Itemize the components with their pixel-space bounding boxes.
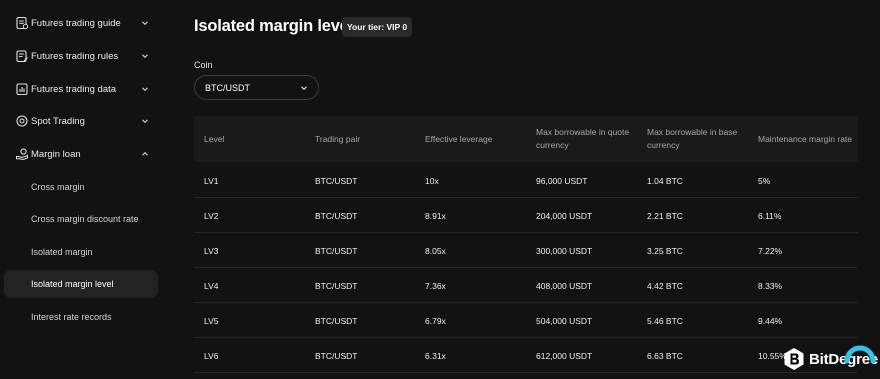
cell-max-borrowable-base: 6.63 BTC	[647, 350, 683, 361]
document-icon	[16, 16, 29, 30]
cell-trading-pair: BTC/USDT	[315, 175, 358, 186]
sidebar-item-spot-trading[interactable]: Spot Trading	[4, 108, 158, 134]
sidebar-subitem-interest-rate-records[interactable]: Interest rate records	[4, 303, 158, 331]
sidebar-item-label: Margin loan	[31, 148, 81, 160]
bitdegree-logo-icon	[784, 348, 804, 370]
table-row: LV6 BTC/USDT 6.31x 612,000 USDT 6.63 BTC…	[194, 338, 858, 373]
cell-max-borrowable-quote: 408,000 USDT	[536, 280, 593, 291]
margin-level-table: Level Trading pair Effective leverage Ma…	[194, 116, 858, 373]
column-header-level: Level	[204, 133, 225, 144]
cell-level: LV5	[204, 315, 219, 326]
column-header-max-borrowable-base: Max borrowable in base currency	[647, 127, 738, 150]
chevron-down-icon	[142, 21, 148, 26]
cell-effective-leverage: 6.31x	[425, 350, 446, 361]
sidebar-subitem-label: Cross margin	[31, 182, 85, 192]
graduation-arc-icon	[844, 345, 876, 364]
sidebar-subitem-isolated-margin-level[interactable]: Isolated margin level	[4, 270, 158, 298]
cell-effective-leverage: 8.91x	[425, 210, 446, 221]
cell-max-borrowable-base: 3.25 BTC	[647, 245, 683, 256]
cell-max-borrowable-base: 2.21 BTC	[647, 210, 683, 221]
chevron-down-icon	[142, 87, 148, 92]
cell-level: LV4	[204, 280, 219, 291]
cell-max-borrowable-base: 1.04 BTC	[647, 175, 683, 186]
sidebar-subitem-label: Isolated margin level	[31, 279, 114, 289]
sidebar-item-label: Futures trading data	[31, 83, 117, 95]
sidebar-subitem-cross-margin-discount-rate[interactable]: Cross margin discount rate	[4, 205, 158, 233]
chevron-down-icon	[301, 86, 307, 91]
cell-maintenance-margin-rate: 6.11%	[758, 210, 782, 221]
cell-max-borrowable-quote: 96,000 USDT	[536, 175, 588, 186]
coin-label: Coin	[194, 60, 213, 70]
sidebar-item-margin-loan[interactable]: Margin loan	[4, 141, 158, 167]
table-row: LV2 BTC/USDT 8.91x 204,000 USDT 2.21 BTC…	[194, 198, 858, 233]
sidebar-subitem-cross-margin[interactable]: Cross margin	[4, 173, 158, 201]
cell-effective-leverage: 6.79x	[425, 315, 446, 326]
table-header: Level Trading pair Effective leverage Ma…	[194, 116, 858, 162]
rules-icon	[16, 50, 28, 63]
cell-level: LV6	[204, 350, 219, 361]
cell-max-borrowable-base: 5.46 BTC	[647, 315, 683, 326]
table-row: LV1 BTC/USDT 10x 96,000 USDT 1.04 BTC 5%	[194, 163, 858, 198]
cell-max-borrowable-quote: 204,000 USDT	[536, 210, 593, 221]
cell-maintenance-margin-rate: 9.44%	[758, 315, 783, 326]
main-content: Isolated margin level Your tier: VIP 0 C…	[166, 0, 880, 379]
sidebar-item-label: Futures trading rules	[31, 50, 119, 62]
data-icon	[16, 83, 28, 96]
cell-level: LV2	[204, 210, 219, 221]
hand-coin-icon	[16, 148, 28, 161]
tier-badge: Your tier: VIP 0	[342, 17, 413, 37]
cell-maintenance-margin-rate: 7.22%	[758, 245, 783, 256]
sidebar-item-futures-trading-guide[interactable]: Futures trading guide	[4, 10, 158, 36]
chevron-down-icon	[142, 54, 148, 59]
page-title: Isolated margin level	[194, 17, 354, 35]
cell-trading-pair: BTC/USDT	[315, 245, 358, 256]
cell-trading-pair: BTC/USDT	[315, 315, 358, 326]
sidebar-item-label: Futures trading guide	[31, 17, 121, 29]
cell-max-borrowable-quote: 504,000 USDT	[536, 315, 593, 326]
coin-select[interactable]: BTC/USDT	[194, 75, 319, 100]
chevron-up-icon	[142, 151, 148, 156]
sidebar-item-futures-trading-rules[interactable]: Futures trading rules	[4, 43, 158, 69]
coin-select-value: BTC/USDT	[205, 83, 250, 93]
cell-trading-pair: BTC/USDT	[315, 350, 358, 361]
chevron-down-icon	[142, 119, 148, 124]
column-header-trading-pair: Trading pair	[315, 133, 361, 144]
column-header-max-borrowable-quote: Max borrowable in quote currency	[536, 127, 630, 150]
cell-level: LV1	[204, 175, 219, 186]
cell-max-borrowable-quote: 612,000 USDT	[536, 350, 593, 361]
table-row: LV3 BTC/USDT 8.05x 300,000 USDT 3.25 BTC…	[194, 233, 858, 268]
sidebar-item-label: Spot Trading	[31, 115, 85, 127]
sidebar-item-futures-trading-data[interactable]: Futures trading data	[4, 76, 158, 102]
table-row: LV4 BTC/USDT 7.36x 408,000 USDT 4.42 BTC…	[194, 268, 858, 303]
cell-effective-leverage: 8.05x	[425, 245, 446, 256]
sidebar-subitem-label: Interest rate records	[31, 312, 112, 322]
coin-icon	[16, 115, 28, 127]
sidebar-subitem-label: Isolated margin	[31, 247, 93, 257]
cell-trading-pair: BTC/USDT	[315, 280, 358, 291]
cell-max-borrowable-quote: 300,000 USDT	[536, 245, 593, 256]
sidebar-subitem-isolated-margin[interactable]: Isolated margin	[4, 238, 158, 266]
table-row: LV5 BTC/USDT 6.79x 504,000 USDT 5.46 BTC…	[194, 303, 858, 338]
cell-level: LV3	[204, 245, 219, 256]
column-header-maintenance-margin-rate: Maintenance margin rate	[758, 133, 853, 144]
cell-trading-pair: BTC/USDT	[315, 210, 358, 221]
cell-effective-leverage: 10x	[425, 175, 439, 186]
cell-maintenance-margin-rate: 5%	[758, 175, 771, 186]
sidebar: Futures trading guide Futures trading ru…	[0, 0, 166, 379]
cell-max-borrowable-base: 4.42 BTC	[647, 280, 683, 291]
sidebar-subitem-label: Cross margin discount rate	[31, 214, 139, 224]
cell-effective-leverage: 7.36x	[425, 280, 446, 291]
bitdegree-watermark: BitDegree	[783, 341, 878, 377]
cell-maintenance-margin-rate: 8.33%	[758, 280, 783, 291]
column-header-effective-leverage: Effective leverage	[425, 133, 493, 144]
